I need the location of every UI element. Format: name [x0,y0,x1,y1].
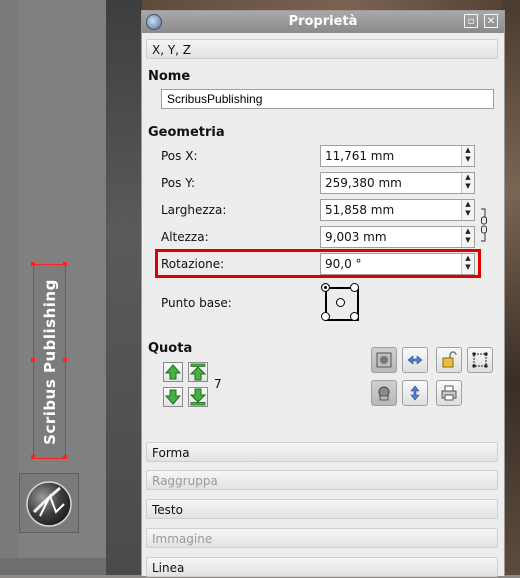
logo-image-frame[interactable] [19,473,79,533]
section-shape-label: Forma [152,446,190,460]
arrow-top-icon [189,363,207,381]
restore-button[interactable]: ▫ [464,14,478,28]
pos-x-value: 11,761 mm [325,149,395,163]
lower-to-bottom-button[interactable] [188,387,208,407]
lock-icon [442,351,457,368]
properties-window: Proprietà ▫ ✕ X, Y, Z Nome Geometria Pos… [141,10,505,577]
window-title: Proprietà [288,14,358,29]
section-text-label: Testo [152,503,183,517]
section-group-label: Raggruppa [152,474,218,488]
tab-xyz[interactable]: X, Y, Z [146,39,498,59]
lower-level-button[interactable] [163,387,183,407]
width-value: 51,858 mm [325,203,395,217]
spin-arrows-icon[interactable]: ▲ ▼ [461,173,474,193]
bounding-box-button[interactable] [371,380,397,406]
window-gap [106,0,142,575]
scribus-logo-icon [26,481,72,527]
pos-y-label: Pos Y: [161,176,195,190]
basepoint-bottomright[interactable] [350,312,359,321]
basepoint-label: Punto base: [161,296,232,310]
flip-vertical-button[interactable] [402,380,428,406]
page-margin [0,0,18,560]
print-toggle-button[interactable] [436,380,462,406]
height-value: 9,003 mm [325,230,387,244]
basepoint-selector[interactable] [321,283,359,321]
geometry-label: Geometria [148,125,225,140]
basepoint-topright[interactable] [350,283,359,292]
section-text[interactable]: Testo [146,499,498,519]
resize-frame-icon [472,352,488,368]
spin-arrows-icon[interactable]: ▲ ▼ [461,146,474,166]
width-spinbox[interactable]: 51,858 mm ▲ ▼ [320,199,475,221]
basepoint-center[interactable] [336,298,345,307]
arrow-down-icon [164,389,182,405]
arrow-up-icon [164,364,182,380]
pos-x-label: Pos X: [161,149,198,163]
pos-x-spinbox[interactable]: 11,761 mm ▲ ▼ [320,145,475,167]
bounding-box-icon [378,386,390,401]
close-button[interactable]: ✕ [484,14,498,28]
spin-arrows-icon[interactable]: ▲ ▼ [461,227,474,247]
chain-link-icon[interactable] [479,207,489,243]
text-frame-selected[interactable]: Scribus Publishing [33,264,66,459]
height-spinbox[interactable]: 9,003 mm ▲ ▼ [320,226,475,248]
frame-handle-tr[interactable] [63,262,67,266]
spin-arrows-icon[interactable]: ▲ ▼ [461,200,474,220]
pos-y-spinbox[interactable]: 259,380 mm ▲ ▼ [320,172,475,194]
window-titlebar[interactable]: Proprietà ▫ ✕ [142,11,504,33]
name-input[interactable] [161,89,494,109]
size-lock-button[interactable] [467,347,493,373]
level-label: Quota [148,341,193,356]
raise-level-button[interactable] [163,362,183,382]
name-label: Nome [148,69,191,84]
section-image[interactable]: Immagine [146,528,498,548]
section-line[interactable]: Linea [146,557,498,577]
raise-to-top-button[interactable] [188,362,208,382]
arrow-bottom-icon [189,388,207,406]
level-value: 7 [214,377,222,391]
width-label: Larghezza: [161,203,227,217]
height-label: Altezza: [161,230,209,244]
text-frame-content: Scribus Publishing [40,278,59,445]
frame-handle-ml[interactable] [31,358,35,362]
frame-handle-br[interactable] [63,455,67,459]
flip-horizontal-button[interactable] [402,347,428,373]
frame-handle-mr[interactable] [63,358,67,362]
text-flow-icon [376,352,392,368]
section-image-label: Immagine [152,532,213,546]
printer-icon [441,385,457,401]
lock-button[interactable] [436,347,462,373]
text-flow-button[interactable] [371,347,397,373]
section-shape[interactable]: Forma [146,442,498,462]
rotation-highlight [155,249,481,278]
flip-horizontal-icon [407,355,423,365]
section-group[interactable]: Raggruppa [146,470,498,490]
section-line-label: Linea [152,561,185,575]
tab-xyz-label: X, Y, Z [152,43,192,57]
flip-vertical-icon [410,385,420,401]
pos-y-value: 259,380 mm [325,176,402,190]
basepoint-bottomleft[interactable] [321,312,330,321]
frame-handle-bl[interactable] [31,455,35,459]
frame-handle-tl[interactable] [31,262,35,266]
basepoint-topleft[interactable] [321,283,330,292]
